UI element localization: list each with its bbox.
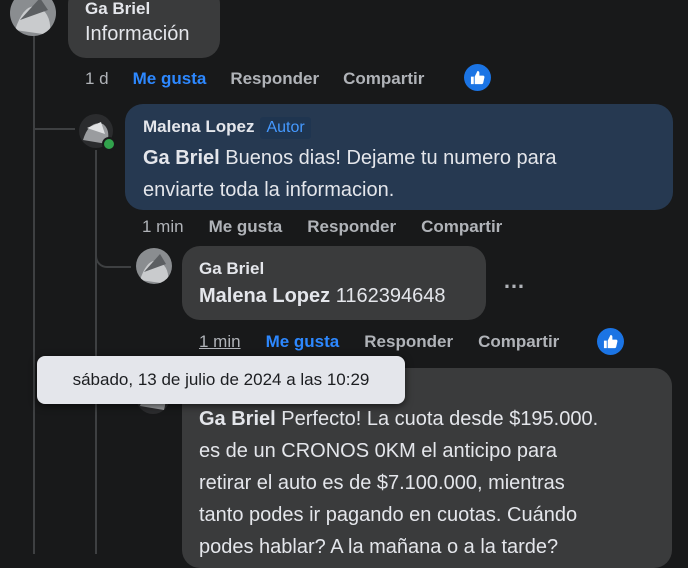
comment-text: Malena Lopez 1162394648 [199, 280, 469, 312]
comment-actions-2: 1 min Me gusta Responder Compartir [142, 214, 502, 240]
mention-link[interactable]: Ga Briel [143, 147, 220, 169]
comment-time[interactable]: 1 d [85, 69, 109, 89]
thread-curve-1 [33, 100, 75, 130]
comment-text-line: enviarte toda la informacion. [143, 179, 395, 201]
comment-bubble-1: Ga Briel Información [68, 0, 220, 58]
share-button[interactable]: Compartir [421, 217, 502, 237]
share-button[interactable]: Compartir [343, 69, 424, 89]
comment-text-line: retirar el auto es de $7.100.000, mientr… [199, 472, 565, 494]
avatar-ga-briel[interactable] [10, 0, 56, 36]
reply-button[interactable]: Responder [230, 69, 319, 89]
reply-button[interactable]: Responder [307, 217, 396, 237]
comment-text-line: es de un CRONOS 0KM el anticipo para [199, 440, 557, 462]
share-button[interactable]: Compartir [478, 332, 559, 352]
mention-link[interactable]: Malena Lopez [199, 285, 330, 307]
like-reaction-icon[interactable] [597, 328, 624, 355]
comment-actions-1: 1 d Me gusta Responder Compartir [85, 66, 424, 92]
comment-text-line: tanto podes ir pagando en cuotas. Cuándo [199, 504, 578, 526]
comment-text: Ga Briel Buenos dias! Dejame tu numero p… [143, 142, 655, 206]
comment-time[interactable]: 1 min [142, 217, 184, 237]
comment-bubble-2: Malena Lopez Autor Ga Briel Buenos dias! … [125, 104, 673, 210]
comment-bubble-3: Ga Briel Malena Lopez 1162394648 [182, 246, 486, 320]
avatar-ga-briel[interactable] [136, 248, 172, 284]
comment-text-line: Perfecto! La cuota desde $195.000. [275, 408, 599, 430]
comment-author[interactable]: Malena Lopez [143, 117, 254, 136]
more-options-icon[interactable]: … [503, 268, 526, 294]
comment-text-line: podes hablar? A la mañana o a la tarde? [199, 536, 559, 558]
like-button[interactable]: Me gusta [209, 217, 283, 237]
mention-link[interactable]: Ga Briel [199, 408, 276, 430]
comment-text: Ga Briel Perfecto! La cuota desde $195.0… [199, 403, 655, 563]
comment-author[interactable]: Ga Briel [199, 258, 469, 280]
comment-text-line: Buenos dias! Dejame tu numero para [219, 147, 557, 169]
comment-text: Información [85, 23, 190, 45]
timestamp-tooltip: sábado, 13 de julio de 2024 a las 10:29 [37, 356, 405, 404]
like-reaction-icon[interactable] [464, 64, 491, 91]
comment-author[interactable]: Ga Briel [85, 0, 203, 20]
reply-button[interactable]: Responder [364, 332, 453, 352]
author-badge: Autor [260, 117, 311, 139]
comment-actions-3: 1 min Me gusta Responder Compartir [199, 329, 559, 355]
online-status-icon [102, 137, 116, 151]
comment-time[interactable]: 1 min [199, 332, 241, 352]
like-button[interactable]: Me gusta [133, 69, 207, 89]
like-button[interactable]: Me gusta [266, 332, 340, 352]
thread-line-reply [95, 150, 97, 554]
phone-number: 1162394648 [330, 285, 446, 307]
thread-curve-2 [95, 240, 131, 268]
